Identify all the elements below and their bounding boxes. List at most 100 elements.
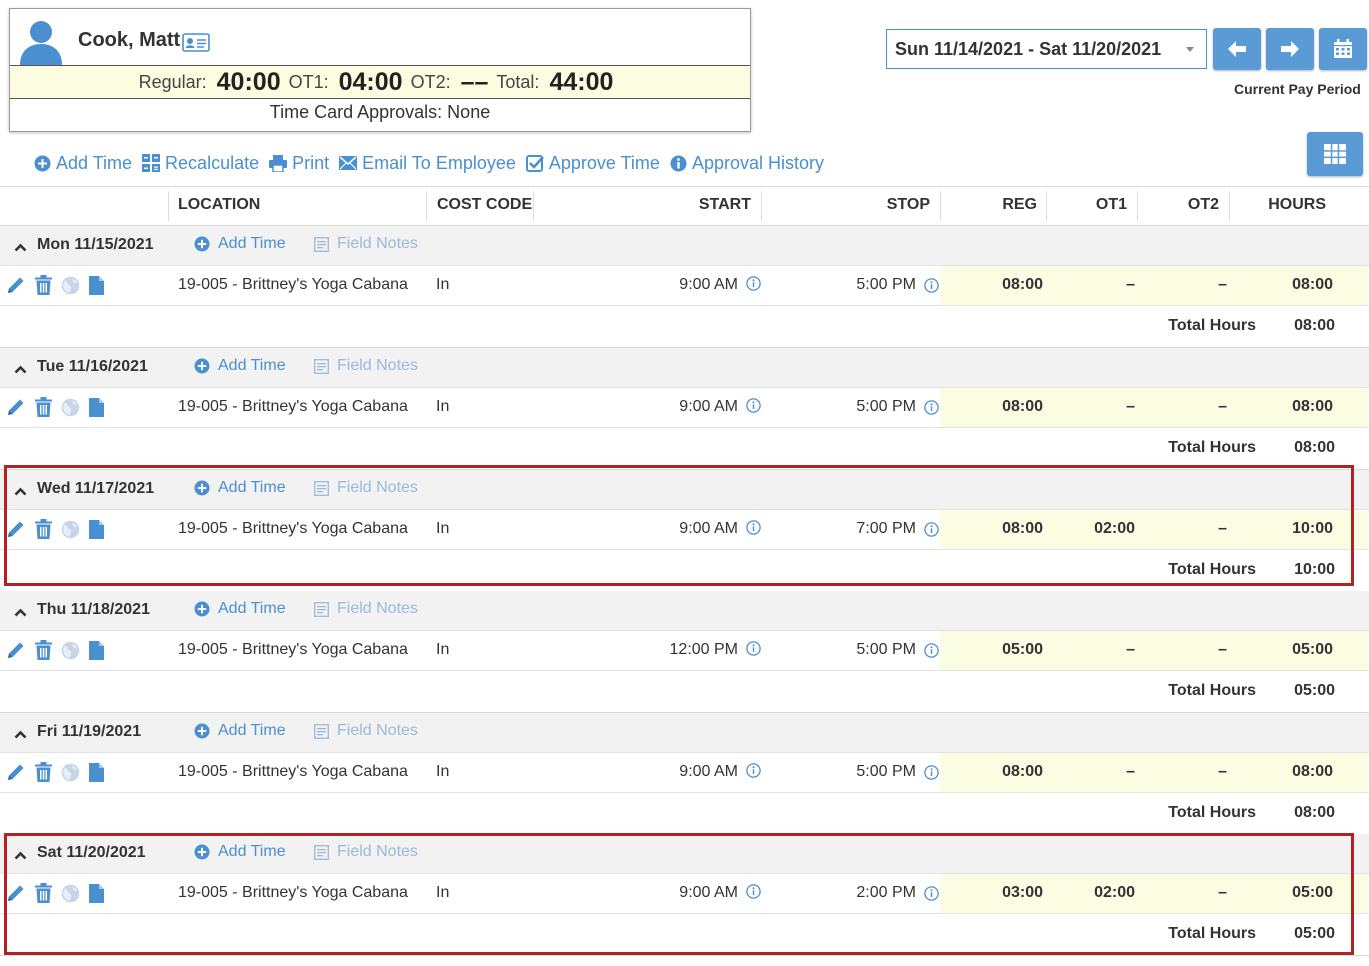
- edit-pencil-icon[interactable]: [6, 275, 26, 300]
- field-notes-button[interactable]: Field Notes: [314, 600, 418, 618]
- row-actions: [6, 640, 113, 665]
- collapse-toggle[interactable]: [14, 361, 27, 379]
- delete-trash-icon[interactable]: [35, 397, 52, 422]
- stop-info-icon[interactable]: [924, 886, 939, 906]
- day-add-time-button[interactable]: Add Time: [194, 235, 286, 253]
- document-icon[interactable]: [89, 883, 104, 908]
- edit-pencil-icon[interactable]: [6, 883, 26, 908]
- globe-icon[interactable]: [61, 763, 80, 787]
- previous-period-button[interactable]: [1213, 28, 1261, 70]
- print-button[interactable]: Print: [269, 153, 329, 174]
- day-add-time-button[interactable]: Add Time: [194, 357, 286, 375]
- start-info-icon[interactable]: [746, 763, 761, 783]
- globe-icon[interactable]: [61, 884, 80, 908]
- day-add-time-label: Add Time: [218, 357, 286, 374]
- stop-info-icon[interactable]: [924, 522, 939, 542]
- delete-trash-icon[interactable]: [35, 275, 52, 300]
- cost-code-cell: In: [436, 884, 450, 901]
- location-cell: 19-005 - Brittney's Yoga Cabana: [178, 641, 408, 658]
- pay-period-value: Sun 11/14/2021 - Sat 11/20/2021: [895, 39, 1162, 59]
- id-card-icon[interactable]: [182, 31, 210, 53]
- approve-time-button[interactable]: Approve Time: [525, 153, 660, 174]
- pay-period-select[interactable]: Sun 11/14/2021 - Sat 11/20/2021: [886, 29, 1207, 69]
- edit-pencil-icon[interactable]: [6, 519, 26, 544]
- total-hours-label: Total Hours: [1168, 561, 1256, 578]
- chevron-up-icon[interactable]: [14, 608, 27, 617]
- email-employee-button[interactable]: Email To Employee: [339, 153, 516, 174]
- chevron-up-icon[interactable]: [14, 365, 27, 374]
- column-ot1[interactable]: OT1: [1096, 187, 1127, 225]
- day-add-time-button[interactable]: Add Time: [194, 479, 286, 497]
- collapse-toggle[interactable]: [14, 483, 27, 501]
- collapse-toggle[interactable]: [14, 726, 27, 744]
- reg-hours-cell: 05:00: [1002, 641, 1043, 658]
- collapse-toggle[interactable]: [14, 847, 27, 865]
- field-notes-button[interactable]: Field Notes: [314, 235, 418, 253]
- approval-history-button[interactable]: Approval History: [670, 153, 824, 174]
- stop-info-icon[interactable]: [924, 278, 939, 298]
- add-time-button[interactable]: Add Time: [34, 153, 132, 174]
- stop-info-icon[interactable]: [924, 643, 939, 663]
- globe-icon[interactable]: [61, 641, 80, 665]
- edit-pencil-icon[interactable]: [6, 762, 26, 787]
- day-add-time-button[interactable]: Add Time: [194, 722, 286, 740]
- column-cost-code[interactable]: COST CODE: [437, 187, 532, 225]
- field-notes-button[interactable]: Field Notes: [314, 357, 418, 375]
- calculator-icon: [142, 154, 161, 172]
- document-icon[interactable]: [89, 397, 104, 422]
- calendar-button[interactable]: [1319, 28, 1367, 70]
- day-header: Wed 11/17/2021 Add Time Field Notes: [0, 470, 1369, 510]
- document-icon[interactable]: [89, 762, 104, 787]
- chevron-up-icon[interactable]: [14, 851, 27, 860]
- globe-icon[interactable]: [61, 276, 80, 300]
- grid-view-button[interactable]: [1307, 132, 1363, 176]
- chevron-up-icon[interactable]: [14, 487, 27, 496]
- delete-trash-icon[interactable]: [35, 519, 52, 544]
- day-add-time-button[interactable]: Add Time: [194, 600, 286, 618]
- delete-trash-icon[interactable]: [35, 640, 52, 665]
- current-pay-period-label[interactable]: Current Pay Period: [1234, 81, 1361, 97]
- field-notes-button[interactable]: Field Notes: [314, 843, 418, 861]
- column-start[interactable]: START: [699, 187, 751, 225]
- document-icon[interactable]: [89, 275, 104, 300]
- stop-info-icon[interactable]: [924, 400, 939, 420]
- next-period-button[interactable]: [1266, 28, 1314, 70]
- collapse-toggle[interactable]: [14, 604, 27, 622]
- start-info-icon[interactable]: [746, 398, 761, 418]
- collapse-toggle[interactable]: [14, 239, 27, 257]
- field-notes-button[interactable]: Field Notes: [314, 722, 418, 740]
- day-add-time-label: Add Time: [218, 600, 286, 617]
- column-reg[interactable]: REG: [1002, 187, 1037, 225]
- regular-label: Regular:: [138, 72, 207, 92]
- chevron-up-icon[interactable]: [14, 730, 27, 739]
- document-icon[interactable]: [89, 519, 104, 544]
- column-ot2[interactable]: OT2: [1188, 187, 1219, 225]
- document-icon[interactable]: [89, 640, 104, 665]
- field-notes-label: Field Notes: [337, 479, 418, 496]
- delete-trash-icon[interactable]: [35, 762, 52, 787]
- employee-header: Cook, Matt: [10, 9, 750, 65]
- start-info-icon[interactable]: [746, 884, 761, 904]
- ot1-label: OT1:: [288, 72, 329, 92]
- start-info-icon[interactable]: [746, 641, 761, 661]
- plus-circle-icon: [194, 358, 210, 374]
- edit-pencil-icon[interactable]: [6, 397, 26, 422]
- column-stop[interactable]: STOP: [887, 187, 930, 225]
- start-info-icon[interactable]: [746, 276, 761, 296]
- recalculate-button[interactable]: Recalculate: [142, 153, 259, 174]
- table-row: 19-005 - Brittney's Yoga Cabana In 9:00 AM…: [0, 874, 1369, 914]
- globe-icon[interactable]: [61, 520, 80, 544]
- field-notes-button[interactable]: Field Notes: [314, 479, 418, 497]
- day-date: Wed 11/17/2021: [37, 480, 155, 497]
- globe-icon[interactable]: [61, 398, 80, 422]
- column-hours[interactable]: HOURS: [1268, 187, 1326, 225]
- column-location[interactable]: LOCATION: [178, 187, 260, 225]
- stop-info-icon[interactable]: [924, 765, 939, 785]
- delete-trash-icon[interactable]: [35, 883, 52, 908]
- day-add-time-button[interactable]: Add Time: [194, 843, 286, 861]
- start-info-icon[interactable]: [746, 520, 761, 540]
- edit-pencil-icon[interactable]: [6, 640, 26, 665]
- day-header: Thu 11/18/2021 Add Time Field Notes: [0, 591, 1369, 631]
- chevron-up-icon[interactable]: [14, 243, 27, 252]
- field-notes-label: Field Notes: [337, 235, 418, 252]
